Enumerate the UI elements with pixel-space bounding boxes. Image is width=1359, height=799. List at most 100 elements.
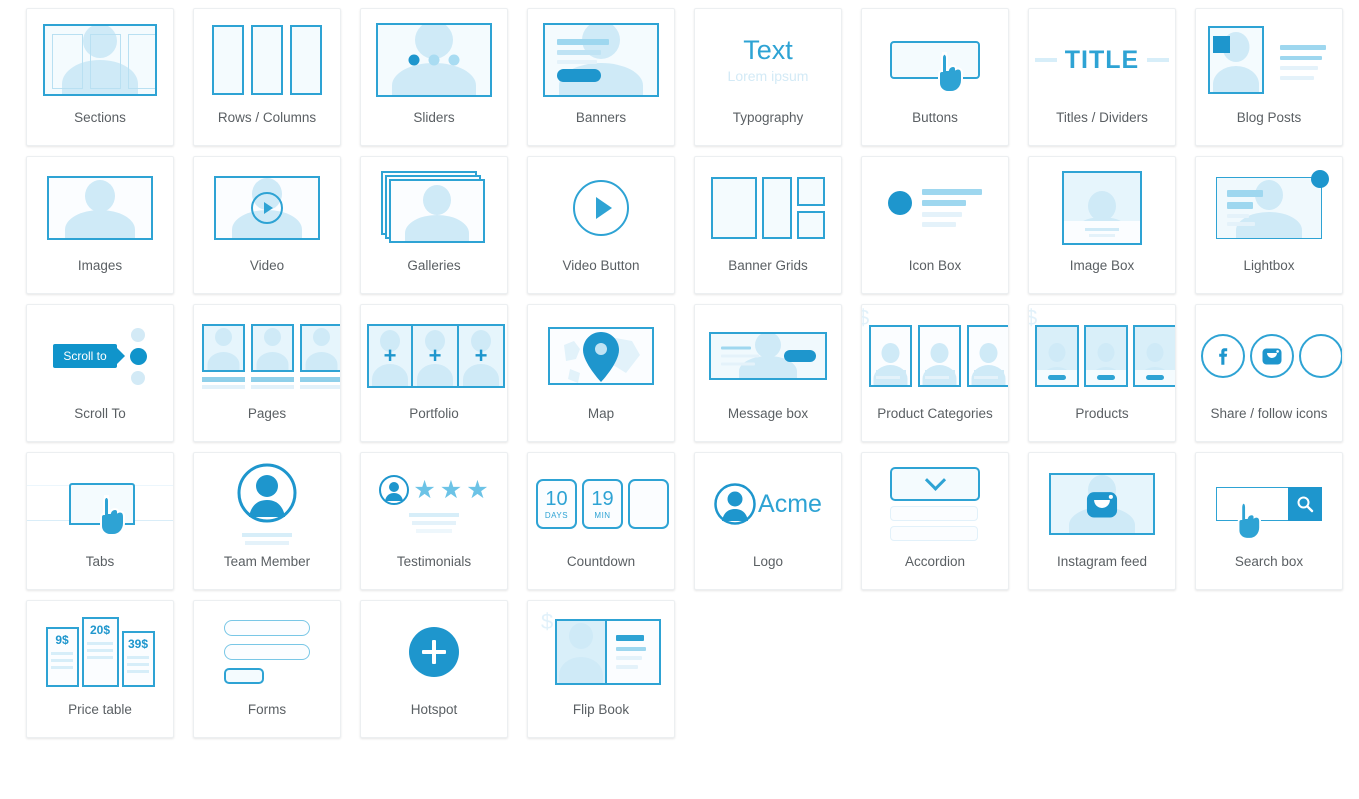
pointer-hand-icon xyxy=(100,495,125,536)
element-label: Map xyxy=(587,406,615,421)
element-card-banner-grids[interactable]: Banner Grids xyxy=(694,156,842,294)
scroll-to-icon: Scroll to xyxy=(27,305,173,407)
forms-icon xyxy=(194,601,340,703)
testimonials-icon: ★ ★ ★ xyxy=(361,453,507,555)
element-label: Tabs xyxy=(85,554,115,569)
element-card-images[interactable]: Images xyxy=(26,156,174,294)
banner-grids-icon xyxy=(695,157,841,259)
instagram-icon xyxy=(1250,334,1294,378)
logo-icon: Acme xyxy=(695,453,841,555)
third-social-icon xyxy=(1299,334,1342,378)
element-card-products[interactable]: $ xyxy=(1028,304,1176,442)
element-card-pages[interactable]: Pages xyxy=(193,304,341,442)
element-label: Share / follow icons xyxy=(1210,406,1328,421)
element-card-map[interactable]: Map xyxy=(527,304,675,442)
element-card-portfolio[interactable]: + + + Portfolio xyxy=(360,304,508,442)
images-icon xyxy=(27,157,173,259)
element-label: Scroll To xyxy=(74,406,126,421)
element-card-hotspot[interactable]: Hotspot xyxy=(360,600,508,738)
element-label: Portfolio xyxy=(409,406,459,421)
element-label: Buttons xyxy=(912,110,958,125)
element-card-typography[interactable]: Text Lorem ipsum Typography xyxy=(694,8,842,146)
products-icon: $ xyxy=(1029,305,1175,407)
element-label: Products xyxy=(1075,406,1129,421)
element-card-blog-posts[interactable]: Blog Posts xyxy=(1195,8,1343,146)
element-card-message-box[interactable]: Message box xyxy=(694,304,842,442)
element-card-logo[interactable]: Acme Logo xyxy=(694,452,842,590)
element-card-icon-box[interactable]: Icon Box xyxy=(861,156,1009,294)
countdown-unit: 19 MIN xyxy=(582,479,623,529)
price-value: 20$ xyxy=(89,623,111,637)
portfolio-plus-icon: + xyxy=(383,343,397,368)
element-label: Forms xyxy=(247,702,287,717)
element-label: Price table xyxy=(68,702,132,717)
element-label: Banner Grids xyxy=(728,258,808,273)
price-value: 9$ xyxy=(55,633,69,647)
element-label: Testimonials xyxy=(396,554,472,569)
element-card-share-follow-icons[interactable]: Share / follow icons xyxy=(1195,304,1343,442)
element-label: Banners xyxy=(575,110,627,125)
element-label: Pages xyxy=(247,406,287,421)
sections-icon xyxy=(27,9,173,111)
currency-symbol-icon: $ xyxy=(862,307,869,329)
chevron-down-icon xyxy=(924,469,946,491)
instagram-feed-icon xyxy=(1029,453,1175,555)
element-label: Message box xyxy=(727,406,809,421)
avatar-circle-icon xyxy=(379,475,410,505)
element-card-sliders[interactable]: Sliders xyxy=(360,8,508,146)
message-box-icon xyxy=(695,305,841,407)
countdown-value: 19 xyxy=(591,487,614,510)
flip-book-icon: $ xyxy=(528,601,674,703)
element-card-price-table[interactable]: 9$ 20$ 39$ Price table xyxy=(26,600,174,738)
tabs-icon xyxy=(27,453,173,555)
star-icon: ★ xyxy=(439,475,463,504)
element-card-lightbox[interactable]: Lightbox xyxy=(1195,156,1343,294)
element-card-instagram-feed[interactable]: Instagram feed xyxy=(1028,452,1176,590)
countdown-unit-label: DAYS xyxy=(544,510,569,520)
element-card-banners[interactable]: Banners xyxy=(527,8,675,146)
elements-grid: Sections Rows / Columns Sliders Banners … xyxy=(0,0,1359,738)
element-card-tabs[interactable]: Tabs xyxy=(26,452,174,590)
element-label: Countdown xyxy=(566,554,636,569)
countdown-unit-label: MIN xyxy=(594,510,611,520)
portfolio-plus-icon: + xyxy=(474,343,488,368)
element-card-accordion[interactable]: Accordion xyxy=(861,452,1009,590)
element-card-image-box[interactable]: Image Box xyxy=(1028,156,1176,294)
rows-columns-icon xyxy=(194,9,340,111)
play-circle-icon xyxy=(251,192,283,224)
pointer-hand-icon xyxy=(1237,501,1262,540)
element-card-rows-columns[interactable]: Rows / Columns xyxy=(193,8,341,146)
star-icon: ★ xyxy=(466,475,489,504)
grid-row: Tabs Team Member ★ ★ ★ Testimonials 10 D… xyxy=(0,452,1359,590)
element-label: Sliders xyxy=(413,110,455,125)
scroll-to-pill-text: Scroll to xyxy=(53,344,117,368)
element-card-forms[interactable]: Forms xyxy=(193,600,341,738)
element-label: Video xyxy=(249,258,285,273)
element-card-galleries[interactable]: Galleries xyxy=(360,156,508,294)
element-card-product-categories[interactable]: $ xyxy=(861,304,1009,442)
element-card-scroll-to[interactable]: Scroll to Scroll To xyxy=(26,304,174,442)
grid-row: Sections Rows / Columns Sliders Banners … xyxy=(0,8,1359,146)
element-label: Team Member xyxy=(223,554,311,569)
share-follow-icons-icon xyxy=(1196,305,1342,407)
element-card-titles-dividers[interactable]: TITLE Titles / Dividers xyxy=(1028,8,1176,146)
element-card-flip-book[interactable]: $ Flip Book xyxy=(527,600,675,738)
element-card-video-button[interactable]: Video Button xyxy=(527,156,675,294)
element-card-search-box[interactable]: Search box xyxy=(1195,452,1343,590)
element-card-testimonials[interactable]: ★ ★ ★ Testimonials xyxy=(360,452,508,590)
countdown-icon: 10 DAYS 19 MIN xyxy=(528,453,674,555)
grid-row: 9$ 20$ 39$ Price table Forms Hotspot $ F… xyxy=(0,600,1359,738)
team-member-icon xyxy=(194,453,340,555)
element-card-team-member[interactable]: Team Member xyxy=(193,452,341,590)
element-card-countdown[interactable]: 10 DAYS 19 MIN Countdown xyxy=(527,452,675,590)
element-card-sections[interactable]: Sections xyxy=(26,8,174,146)
price-value: 39$ xyxy=(127,637,149,651)
banners-icon xyxy=(528,9,674,111)
element-label: Accordion xyxy=(904,554,966,569)
accordion-icon xyxy=(862,453,1008,555)
element-card-video[interactable]: Video xyxy=(193,156,341,294)
icon-box-icon xyxy=(862,157,1008,259)
element-label: Blog Posts xyxy=(1236,110,1302,125)
countdown-value: 10 xyxy=(545,487,568,510)
element-card-buttons[interactable]: Buttons xyxy=(861,8,1009,146)
